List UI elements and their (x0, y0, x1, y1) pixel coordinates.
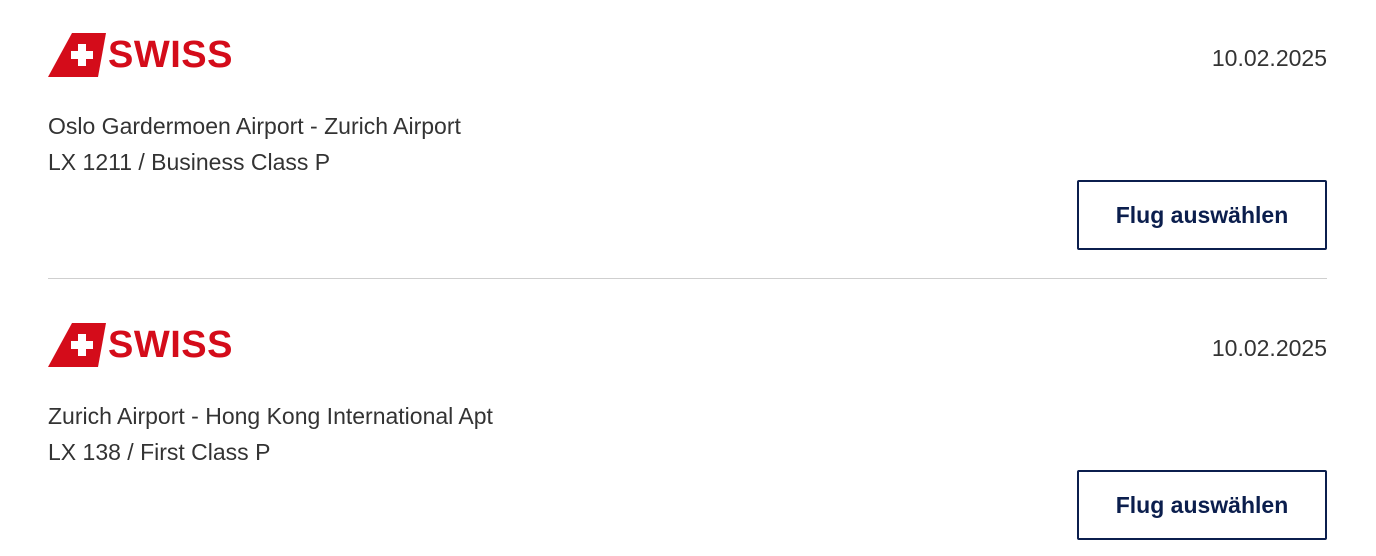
select-flight-button[interactable]: Flug auswählen (1077, 180, 1327, 250)
swiss-tail-cross-icon (48, 33, 106, 77)
flight-route: Oslo Gardermoen Airport - Zurich Airport (48, 113, 461, 139)
airline-name: SWISS (108, 34, 233, 76)
airline-logo: SWISS (48, 33, 233, 77)
swiss-tail-cross-icon (48, 323, 106, 367)
flight-card: SWISS 10.02.2025 Zurich Airport - Hong K… (48, 290, 1327, 540)
flight-date: 10.02.2025 (1211, 45, 1327, 71)
divider (48, 278, 1327, 279)
flight-number-class: LX 138 / First Class P (48, 439, 271, 465)
airline-logo: SWISS (48, 323, 233, 367)
flight-route: Zurich Airport - Hong Kong International… (48, 403, 493, 429)
airline-name: SWISS (108, 324, 233, 366)
flight-date: 10.02.2025 (1211, 335, 1327, 361)
flight-card: SWISS 10.02.2025 Oslo Gardermoen Airport… (48, 0, 1327, 250)
select-flight-button[interactable]: Flug auswählen (1077, 470, 1327, 540)
flight-number-class: LX 1211 / Business Class P (48, 149, 331, 175)
